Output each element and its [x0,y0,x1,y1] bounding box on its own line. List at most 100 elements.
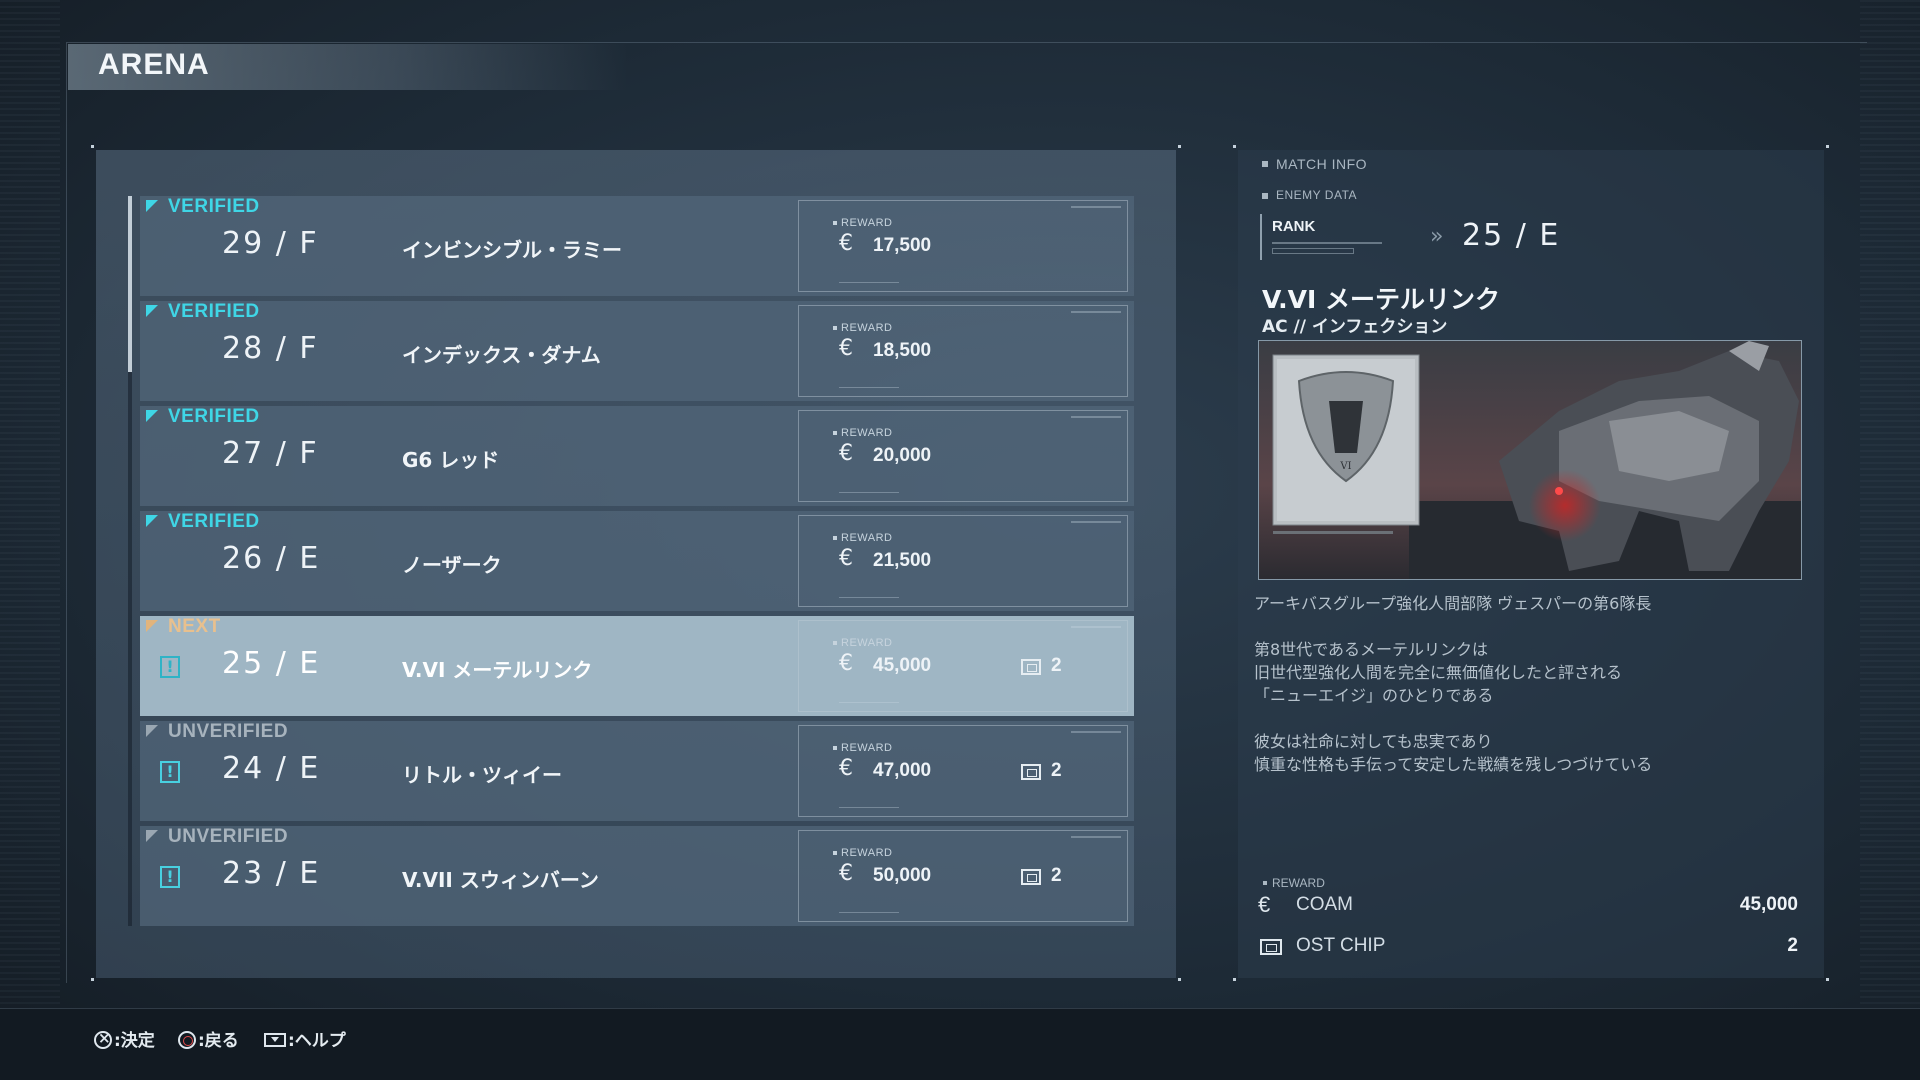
touchpad-button-icon [264,1033,286,1047]
double-chevron-right-icon: » [1430,224,1444,249]
enemy-name: V.VI メーテルリンク [1262,285,1500,314]
opponent-name: インデックス・ダナム [402,343,601,367]
corner-dot [1233,978,1236,981]
coam-icon: € [839,546,853,571]
status-flag-icon [146,725,158,737]
ost-chip-icon [1021,764,1041,780]
opponent-name: V.VII スウィンバーン [402,868,599,892]
match-status: VERIFIED [168,511,260,532]
alert-icon: ! [160,866,180,888]
reward-summary-label: REWARD [1263,876,1325,890]
enemy-description: アーキバスグループ強化人間部隊 ヴェスパーの第6隊長 [1254,594,1652,613]
match-rank: 29 / F [222,226,319,261]
match-status: NEXT [168,616,221,637]
match-row[interactable]: VERIFIED 28 / F インデックス・ダナム REWARD € 18,5… [140,301,1134,401]
reward-value: 21,500 [873,550,932,571]
side-pattern-left [0,0,60,1010]
reward-box: REWARD € 18,500 [798,305,1128,397]
reward-label: REWARD [832,217,893,229]
decor-line [1071,836,1121,838]
reward-box: REWARD € 47,000 2 [798,725,1128,817]
enemy-portrait-art: VI [1259,341,1801,579]
scrollbar-thumb[interactable] [128,196,132,372]
reward-name: COAM [1296,894,1353,915]
rank-label: RANK [1272,218,1316,235]
match-rank: 24 / E [222,751,321,786]
chip-count: 2 [1051,760,1062,781]
reward-box: REWARD € 20,000 [798,410,1128,502]
corner-dot [1826,145,1829,148]
opponent-name: ノーザーク [402,553,502,577]
reward-label: REWARD [832,427,893,439]
match-row[interactable]: VERIFIED 26 / E ノーザーク REWARD € 21,500 [140,511,1134,611]
decor-line [839,597,899,598]
decor-line [839,702,899,703]
opponent-name: G6 レッド [402,448,500,472]
coam-icon: € [839,861,853,886]
reward-value: 17,500 [873,235,932,256]
decor-line [839,282,899,283]
status-flag-icon [146,620,158,632]
cross-button-icon [94,1029,112,1049]
reward-value: 47,000 [873,760,932,781]
ost-chip-icon [1021,659,1041,675]
ost-chip-icon [1260,939,1282,955]
reward-label: REWARD [832,637,893,649]
status-flag-icon [146,200,158,212]
back-hint-label: :戻る [198,1031,239,1051]
reward-summary-row: OST CHIP 2 [1258,933,1798,963]
back-hint[interactable]: :戻る [178,1026,239,1051]
chip-count: 2 [1051,655,1062,676]
corner-dot [1233,145,1236,148]
enemy-description: 彼女は社命に対しても忠実であり [1254,732,1493,751]
reward-box: REWARD € 21,500 [798,515,1128,607]
confirm-hint[interactable]: :決定 [94,1026,155,1051]
match-status: UNVERIFIED [168,826,289,847]
reward-label: REWARD [832,532,893,544]
reward-value: 2 [1787,935,1798,956]
match-row[interactable]: VERIFIED 29 / F インビンシブル・ラミー REWARD € 17,… [140,196,1134,296]
match-row-selected[interactable]: NEXT ! 25 / E V.VI メーテルリンク REWARD € 45,0… [140,616,1134,716]
corner-dot [91,978,94,981]
status-flag-icon [146,305,158,317]
match-rank: 26 / E [222,541,321,576]
match-rank: 25 / E [222,646,321,681]
reward-value: 50,000 [873,865,932,886]
coam-icon: € [839,231,853,256]
arena-screen: ARENA VERIFIED 29 / F インビンシブル・ラミー REWARD… [0,0,1920,1080]
reward-label: REWARD [832,847,893,859]
match-info-label: MATCH INFO [1261,156,1368,172]
reward-label: REWARD [832,742,893,754]
reward-box: REWARD € 45,000 2 [798,620,1128,712]
enemy-rank-value: 25 / E [1462,218,1561,253]
enemy-description: 「ニューエイジ」のひとりである [1254,686,1494,705]
help-hint[interactable]: :ヘルプ [264,1026,346,1051]
decor-line [1272,242,1382,244]
confirm-hint-label: :決定 [114,1031,155,1051]
alert-icon: ! [160,761,180,783]
corner-dot [1826,978,1829,981]
coam-icon: € [839,756,853,781]
reward-value: 45,000 [873,655,932,676]
coam-icon: € [1258,892,1271,917]
match-row[interactable]: VERIFIED 27 / F G6 レッド REWARD € 20,000 [140,406,1134,506]
match-row[interactable]: UNVERIFIED ! 24 / E リトル・ツィイー REWARD € 47… [140,721,1134,821]
enemy-ac-name: AC // インフェクション [1262,317,1448,337]
corner-dot [91,145,94,148]
enemy-description: 第8世代であるメーテルリンクは [1254,640,1489,659]
enemy-description: 旧世代型強化人間を完全に無価値化したと評される [1254,663,1623,682]
corner-dot [1178,145,1181,148]
coam-icon: € [839,441,853,466]
coam-icon: € [839,336,853,361]
opponent-name: インビンシブル・ラミー [402,238,622,262]
status-flag-icon [146,410,158,422]
match-row[interactable]: UNVERIFIED ! 23 / E V.VII スウィンバーン REWARD… [140,826,1134,926]
decor-line [1071,626,1121,628]
page-title: ARENA [98,48,210,81]
status-flag-icon [146,515,158,527]
reward-box: REWARD € 50,000 2 [798,830,1128,922]
rank-box: RANK [1260,214,1394,260]
ost-chip-icon [1021,869,1041,885]
match-status: VERIFIED [168,301,260,322]
status-flag-icon [146,830,158,842]
